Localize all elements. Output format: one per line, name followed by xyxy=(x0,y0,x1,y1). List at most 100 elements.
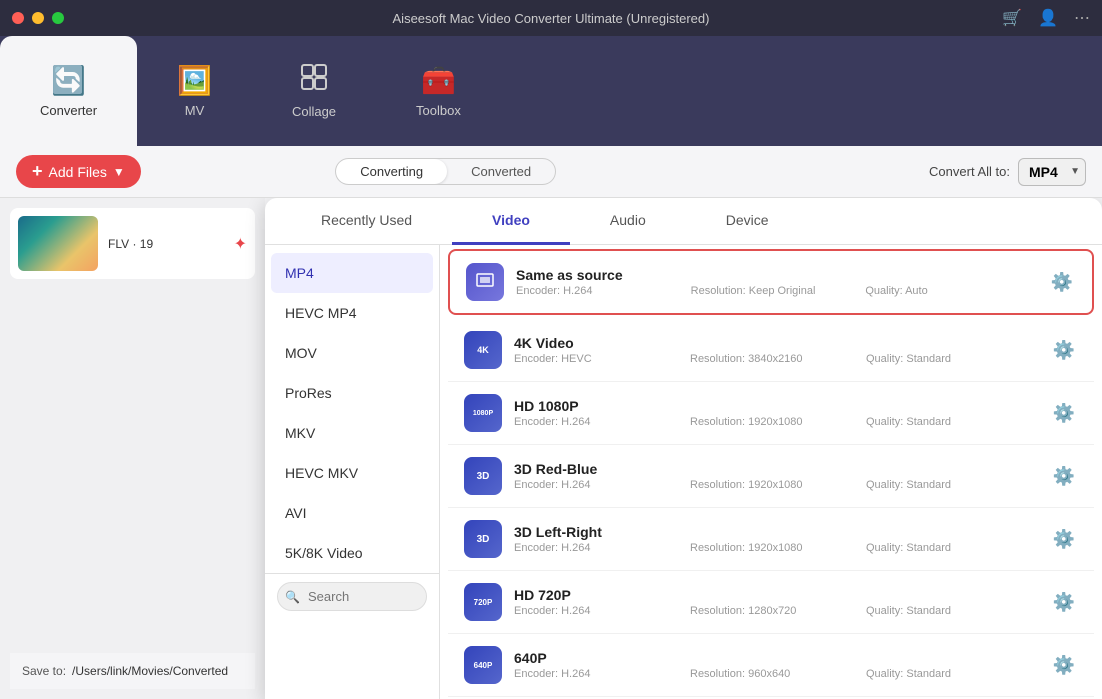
format-opt-icon-3d-left-right: 3D xyxy=(464,520,502,558)
search-input[interactable] xyxy=(277,582,427,611)
format-opt-details-1080p: HD 1080P Encoder: H.264 Resolution: 1920… xyxy=(514,398,1038,428)
title-bar: Aiseesoft Mac Video Converter Ultimate (… xyxy=(0,0,1102,36)
format-options: Same as source Encoder: H.264 Resolution… xyxy=(440,245,1102,699)
file-info: FLV · 19 xyxy=(108,237,224,251)
convert-tabs: Converting Converted xyxy=(335,158,556,185)
save-path: /Users/link/Movies/Converted xyxy=(72,664,228,678)
encoder-label-3: Encoder: H.264 xyxy=(514,479,686,491)
nav-collage-label: Collage xyxy=(292,104,336,119)
format-opt-icon-640p: 640P xyxy=(464,646,502,684)
format-list-item-5k8k[interactable]: 5K/8K Video xyxy=(265,533,439,573)
tab-audio[interactable]: Audio xyxy=(570,198,686,245)
toolbox-icon: 🧰 xyxy=(421,64,456,97)
gear-button-0[interactable]: ⚙️ xyxy=(1048,268,1076,296)
gear-button-3[interactable]: ⚙️ xyxy=(1050,462,1078,490)
search-icon-wrap xyxy=(277,582,427,611)
format-list: MP4 HEVC MP4 MOV ProRes MKV HEVC MKV AVI… xyxy=(265,245,440,699)
format-opt-details-same-as-source: Same as source Encoder: H.264 Resolution… xyxy=(516,267,1036,297)
format-opt-name-1080p: HD 1080P xyxy=(514,398,1038,414)
main-area: FLV · 19 ✦ Save to: /Users/link/Movies/C… xyxy=(0,198,1102,699)
format-opt-name-4k: 4K Video xyxy=(514,335,1038,351)
file-thumbnail xyxy=(18,216,98,271)
resolution-label-1: Resolution: 3840x2160 xyxy=(690,353,862,365)
mv-icon: 🖼️ xyxy=(177,64,212,97)
gear-button-6[interactable]: ⚙️ xyxy=(1050,651,1078,679)
close-button[interactable] xyxy=(12,12,24,24)
file-panel: FLV · 19 ✦ Save to: /Users/link/Movies/C… xyxy=(0,198,265,699)
tab-converting[interactable]: Converting xyxy=(336,159,447,184)
format-opt-details-720p: HD 720P Encoder: H.264 Resolution: 1280x… xyxy=(514,587,1038,617)
format-opt-name-3d-left-right: 3D Left-Right xyxy=(514,524,1038,540)
header-icons: 🛒 👤 ⋯ xyxy=(1002,8,1090,28)
encoder-label-2: Encoder: H.264 xyxy=(514,416,686,428)
nav-bar: 🔄 Converter 🖼️ MV Collage 🧰 Toolbox xyxy=(0,36,1102,146)
resolution-label-3: Resolution: 1920x1080 xyxy=(690,479,862,491)
quality-label-0: Quality: Auto xyxy=(865,285,1036,297)
file-name: FLV · 19 xyxy=(108,237,224,251)
gear-button-2[interactable]: ⚙️ xyxy=(1050,399,1078,427)
format-list-item-hevc-mp4[interactable]: HEVC MP4 xyxy=(265,293,439,333)
format-select[interactable]: MP4 MOV AVI MKV xyxy=(1018,158,1086,186)
format-opt-icon-4k: 4K xyxy=(464,331,502,369)
quality-label-5: Quality: Standard xyxy=(866,605,1038,617)
nav-toolbox[interactable]: 🧰 Toolbox xyxy=(376,36,501,146)
format-overlay: Recently Used Video Audio Device MP4 HEV… xyxy=(265,198,1102,699)
tab-video[interactable]: Video xyxy=(452,198,570,245)
nav-collage[interactable]: Collage xyxy=(252,36,376,146)
plus-icon: + xyxy=(32,161,43,182)
format-list-item-mp4[interactable]: MP4 xyxy=(271,253,433,293)
gear-button-1[interactable]: ⚙️ xyxy=(1050,336,1078,364)
format-option-640p[interactable]: 640P 640P Encoder: H.264 Resolution: 960… xyxy=(448,634,1094,697)
format-opt-details-640p: 640P Encoder: H.264 Resolution: 960x640 … xyxy=(514,650,1038,680)
star-icon[interactable]: ✦ xyxy=(234,234,247,254)
format-opt-details-3d-left-right: 3D Left-Right Encoder: H.264 Resolution:… xyxy=(514,524,1038,554)
add-files-button[interactable]: + Add Files ▼ xyxy=(16,155,141,188)
save-bar: Save to: /Users/link/Movies/Converted xyxy=(10,653,255,689)
user-icon[interactable]: 👤 xyxy=(1038,8,1058,28)
tab-recently-used[interactable]: Recently Used xyxy=(281,198,452,245)
nav-converter-label: Converter xyxy=(40,103,97,118)
format-opt-details-3d-red-blue: 3D Red-Blue Encoder: H.264 Resolution: 1… xyxy=(514,461,1038,491)
quality-label-4: Quality: Standard xyxy=(866,542,1038,554)
format-opt-name-640p: 640P xyxy=(514,650,1038,666)
gear-button-5[interactable]: ⚙️ xyxy=(1050,588,1078,616)
convert-all-label: Convert All to: xyxy=(929,164,1010,179)
format-option-720p[interactable]: 720P HD 720P Encoder: H.264 Resolution: … xyxy=(448,571,1094,634)
format-option-3d-left-right[interactable]: 3D 3D Left-Right Encoder: H.264 Resoluti… xyxy=(448,508,1094,571)
tab-device[interactable]: Device xyxy=(686,198,809,245)
nav-mv-label: MV xyxy=(185,103,205,118)
format-body: MP4 HEVC MP4 MOV ProRes MKV HEVC MKV AVI… xyxy=(265,245,1102,699)
format-tabs: Recently Used Video Audio Device xyxy=(265,198,1102,245)
gear-button-4[interactable]: ⚙️ xyxy=(1050,525,1078,553)
convert-all-section: Convert All to: MP4 MOV AVI MKV xyxy=(929,158,1086,186)
quality-label-6: Quality: Standard xyxy=(866,668,1038,680)
window-controls xyxy=(12,12,64,24)
format-opt-icon-3d-red-blue: 3D xyxy=(464,457,502,495)
tab-converted[interactable]: Converted xyxy=(447,159,555,184)
format-option-3d-red-blue[interactable]: 3D 3D Red-Blue Encoder: H.264 Resolution… xyxy=(448,445,1094,508)
format-opt-icon-720p: 720P xyxy=(464,583,502,621)
menu-icon[interactable]: ⋯ xyxy=(1074,8,1090,28)
search-bar xyxy=(265,573,439,619)
format-option-4k[interactable]: 4K 4K Video Encoder: HEVC Resolution: 38… xyxy=(448,319,1094,382)
maximize-button[interactable] xyxy=(52,12,64,24)
nav-mv[interactable]: 🖼️ MV xyxy=(137,36,252,146)
minimize-button[interactable] xyxy=(32,12,44,24)
format-list-item-mkv[interactable]: MKV xyxy=(265,413,439,453)
encoder-label-5: Encoder: H.264 xyxy=(514,605,686,617)
format-list-item-hevc-mkv[interactable]: HEVC MKV xyxy=(265,453,439,493)
dropdown-arrow-icon: ▼ xyxy=(113,165,125,179)
nav-converter[interactable]: 🔄 Converter xyxy=(0,36,137,146)
format-list-item-prores[interactable]: ProRes xyxy=(265,373,439,413)
add-files-label: Add Files xyxy=(49,164,107,180)
quality-label-3: Quality: Standard xyxy=(866,479,1038,491)
format-option-1080p[interactable]: 1080P HD 1080P Encoder: H.264 Resolution… xyxy=(448,382,1094,445)
format-opt-icon-same-as-source xyxy=(466,263,504,301)
format-list-item-mov[interactable]: MOV xyxy=(265,333,439,373)
nav-toolbox-label: Toolbox xyxy=(416,103,461,118)
format-list-item-avi[interactable]: AVI xyxy=(265,493,439,533)
save-to-label: Save to: xyxy=(22,664,66,678)
resolution-label-4: Resolution: 1920x1080 xyxy=(690,542,862,554)
format-option-same-as-source[interactable]: Same as source Encoder: H.264 Resolution… xyxy=(448,249,1094,315)
cart-icon[interactable]: 🛒 xyxy=(1002,8,1022,28)
